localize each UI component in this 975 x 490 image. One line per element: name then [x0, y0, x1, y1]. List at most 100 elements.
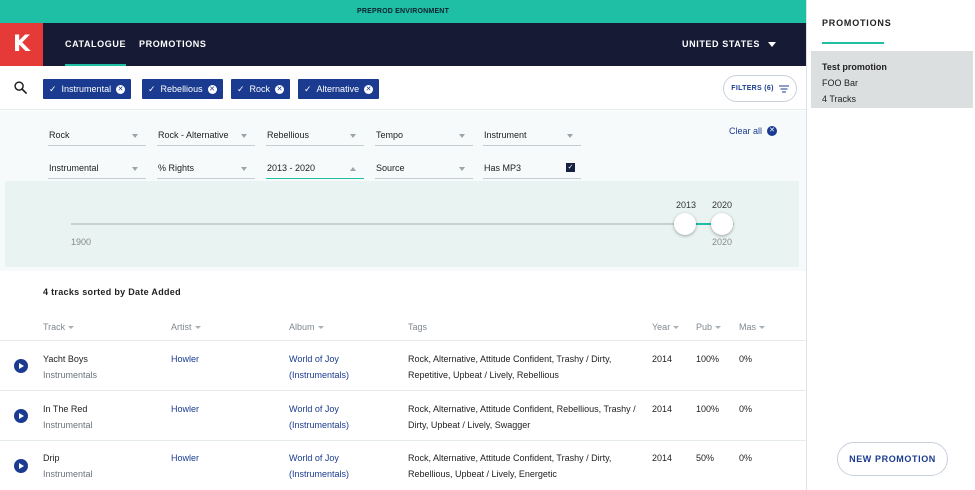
mood-select[interactable]: Rebellious — [266, 124, 364, 146]
country-selector[interactable]: UNITED STATES — [682, 39, 776, 49]
results-summary: 4 tracks sorted by Date Added — [43, 287, 181, 297]
col-label: Tags — [408, 322, 428, 332]
slider-handle-low[interactable] — [674, 213, 696, 235]
artist-link[interactable]: Howler — [171, 450, 199, 466]
new-promotion-button[interactable]: NEW PROMOTION — [837, 442, 948, 476]
filters-label: FILTERS (6) — [731, 85, 774, 92]
promotion-subtitle: FOO Bar — [822, 78, 859, 88]
clear-all-button[interactable]: Clear all ✕ — [729, 126, 778, 136]
slider-handle-high[interactable] — [711, 213, 733, 235]
col-track[interactable]: Track — [43, 322, 75, 332]
filter-chip-instrumental[interactable]: ✓ Instrumental ✕ — [43, 79, 132, 99]
track-mas: 0% — [739, 354, 753, 364]
col-year[interactable]: Year — [652, 322, 680, 332]
col-label: Pub — [696, 322, 713, 332]
nav-promotions[interactable]: PROMOTIONS — [139, 39, 207, 49]
version-select[interactable]: Instrumental — [48, 157, 146, 179]
rights-select[interactable]: % Rights — [157, 157, 255, 179]
has-mp3-filter[interactable]: Has MP3 ✓ — [483, 157, 581, 179]
track-tags-cont: Repetitive, Upbeat / Lively, Rebellious — [408, 370, 559, 380]
chip-label: Instrumental — [61, 84, 112, 94]
slider-high-value: 2020 — [712, 200, 733, 210]
close-circle-icon: ✕ — [767, 126, 778, 136]
chevron-down-icon — [132, 167, 138, 171]
chip-label: Rebellious — [160, 84, 203, 94]
col-artist[interactable]: Artist — [171, 322, 201, 332]
slider-max-label: 2020 — [712, 237, 733, 247]
chip-label: Alternative — [316, 84, 360, 94]
play-icon[interactable] — [14, 359, 28, 373]
album-link[interactable]: World of Joy — [289, 450, 339, 466]
play-icon[interactable] — [14, 409, 28, 423]
album-link-sub[interactable]: (Instrumentals) — [289, 466, 349, 482]
album-link-sub[interactable]: (Instrumentals) — [289, 417, 349, 433]
track-pub: 100% — [696, 404, 720, 414]
checkbox-checked-icon[interactable]: ✓ — [566, 163, 575, 172]
filter-chip-rock[interactable]: ✓ Rock ✕ — [231, 79, 291, 99]
col-tags: Tags — [408, 322, 427, 332]
artist-link[interactable]: Howler — [171, 351, 199, 367]
slider-low-value: 2013 — [676, 200, 697, 210]
album-link[interactable]: World of Joy — [289, 401, 339, 417]
col-mas[interactable]: Mas — [739, 322, 766, 332]
brand-logo[interactable]: K — [0, 23, 43, 66]
col-label: Year — [652, 322, 671, 332]
genre-select[interactable]: Rock — [48, 124, 146, 146]
check-icon: ✓ — [237, 83, 245, 94]
select-value: Instrumental — [49, 163, 99, 173]
track-tags-cont: Dirty, Upbeat / Lively, Swagger — [408, 420, 531, 430]
sidebar-title: PROMOTIONS — [822, 18, 892, 28]
slider-track[interactable] — [71, 223, 734, 225]
filters-button[interactable]: FILTERS (6) — [723, 75, 797, 102]
source-select[interactable]: Source — [375, 157, 473, 179]
subgenre-select[interactable]: Rock - Alternative — [157, 124, 255, 146]
col-pub[interactable]: Pub — [696, 322, 722, 332]
col-label: Album — [289, 322, 315, 332]
year-range-select[interactable]: 2013 - 2020 — [266, 157, 364, 179]
track-version: Instrumentals — [43, 370, 98, 380]
check-icon: ✓ — [49, 83, 57, 94]
table-header: Track Artist Album Tags Year Pub Mas — [0, 316, 806, 341]
search-icon[interactable] — [14, 81, 27, 94]
search-row: ✓ Instrumental ✕ ✓ Rebellious ✕ ✓ Rock ✕… — [0, 66, 806, 110]
select-value: Source — [376, 163, 405, 173]
tempo-select[interactable]: Tempo — [375, 124, 473, 146]
track-pub: 50% — [696, 453, 715, 463]
artist-link[interactable]: Howler — [171, 401, 199, 417]
track-title: Yacht Boys — [43, 354, 88, 364]
filter-chip-rebellious[interactable]: ✓ Rebellious ✕ — [142, 79, 223, 99]
promotion-card[interactable]: Test promotion FOO Bar 4 Tracks — [811, 51, 973, 108]
instrument-select[interactable]: Instrument — [483, 124, 581, 146]
chevron-down-icon — [241, 167, 247, 171]
track-title: Drip — [43, 453, 60, 463]
chevron-down-icon — [350, 134, 356, 138]
chevron-down-icon — [459, 134, 465, 138]
track-tags: Rock, Alternative, Attitude Confident, R… — [408, 404, 636, 414]
table-row[interactable]: In The Red Instrumental Howler World of … — [0, 392, 806, 441]
select-value: Has MP3 — [484, 163, 522, 173]
nav-catalogue[interactable]: CATALOGUE — [65, 39, 127, 66]
album-link[interactable]: World of Joy — [289, 351, 339, 367]
remove-chip-icon[interactable]: ✕ — [207, 84, 217, 94]
track-year: 2014 — [652, 453, 673, 463]
play-icon[interactable] — [14, 459, 28, 473]
track-tags: Rock, Alternative, Attitude Confident, T… — [408, 354, 612, 364]
album-link-sub[interactable]: (Instrumentals) — [289, 367, 349, 383]
col-album[interactable]: Album — [289, 322, 324, 332]
select-value: % Rights — [158, 163, 195, 173]
table-row[interactable]: Yacht Boys Instrumentals Howler World of… — [0, 342, 806, 391]
chevron-down-icon — [132, 134, 138, 138]
table-row[interactable]: Drip Instrumental Howler World of Joy (I… — [0, 442, 806, 490]
sort-icon — [715, 325, 722, 329]
track-version: Instrumental — [43, 469, 93, 479]
remove-chip-icon[interactable]: ✕ — [364, 84, 374, 94]
filter-chip-alternative[interactable]: ✓ Alternative ✕ — [298, 79, 380, 99]
filter-lines-icon — [778, 85, 789, 92]
select-value: Rock — [49, 130, 70, 140]
select-value: Tempo — [376, 130, 404, 140]
sort-icon — [673, 325, 680, 329]
remove-chip-icon[interactable]: ✕ — [116, 84, 126, 94]
chevron-down-icon — [241, 134, 247, 138]
sort-icon — [194, 325, 201, 329]
remove-chip-icon[interactable]: ✕ — [275, 84, 285, 94]
